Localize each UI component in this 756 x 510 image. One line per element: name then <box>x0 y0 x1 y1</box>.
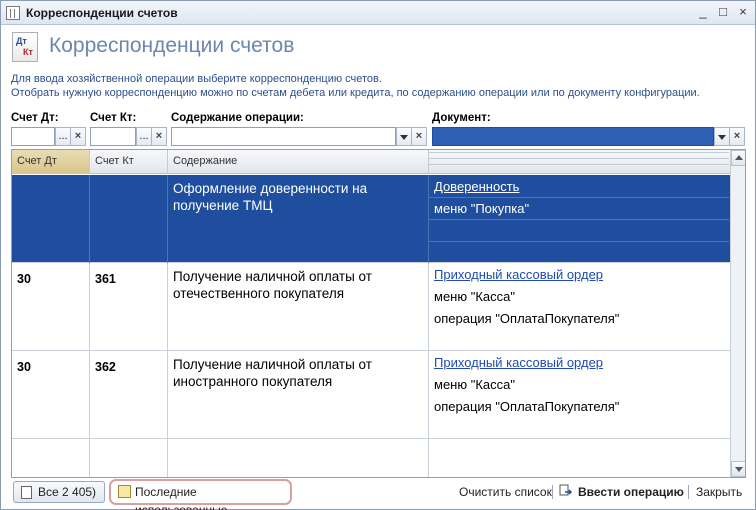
table-row[interactable]: Оформление доверенности на получение ТМЦ… <box>12 175 730 263</box>
debit-clear-button[interactable]: × <box>70 127 86 146</box>
document-filter-label: Документ: <box>432 112 491 124</box>
cell-content: Получение наличной оплаты от иностранног… <box>168 351 429 439</box>
page-title: Корреспонденции счетов <box>49 34 295 57</box>
document-menu-text: меню "Покупка" <box>434 201 530 216</box>
correspondence-window: Корреспонденции счетов _ □ × Дт Кт Корре… <box>0 0 756 510</box>
content-filter-label: Содержание операции: <box>171 112 304 124</box>
table-row[interactable]: 30 362 Получение наличной оплаты от инос… <box>12 351 730 439</box>
document-menu-text: меню "Касса" <box>434 289 515 304</box>
document-filter-input[interactable] <box>432 127 714 146</box>
correspondence-table: Счет Дт Счет Кт Содержание Оформление до… <box>11 149 746 478</box>
cell-document: Приходный кассовый ордер меню "Касса" оп… <box>429 263 730 351</box>
tab-recent-label: Последние использованные <box>135 485 228 510</box>
scroll-up-arrow[interactable] <box>731 150 745 166</box>
clear-list-button[interactable]: Очистить список <box>459 485 552 499</box>
cell-credit: 362 <box>90 351 168 439</box>
scroll-down-arrow[interactable] <box>731 461 745 477</box>
maximize-button[interactable]: □ <box>715 5 731 20</box>
list-icon <box>21 486 32 499</box>
cell-document: Доверенность меню "Покупка" <box>429 175 730 263</box>
bottom-bar: Все 2 405) Последние использованные Очис… <box>1 478 755 510</box>
cell-credit: 361 <box>90 263 168 351</box>
column-header-credit[interactable]: Счет Кт <box>90 150 168 174</box>
tab-recent[interactable]: Последние использованные <box>109 479 292 510</box>
vertical-scrollbar[interactable] <box>730 150 745 477</box>
credit-value: 361 <box>95 272 116 286</box>
icon-text-debit: Дт <box>16 36 27 46</box>
document-menu-text: меню "Касса" <box>434 377 515 392</box>
document-dropdown-button[interactable] <box>714 127 730 146</box>
debit-value: 30 <box>17 360 31 374</box>
tab-all[interactable]: Все 2 405) <box>13 481 106 503</box>
debit-credit-icon: Дт Кт <box>12 32 38 62</box>
hint-line-2: Отобрать нужную корреспонденцию можно по… <box>11 87 700 99</box>
content-filter-input[interactable] <box>171 127 396 146</box>
content-text: Оформление доверенности на получение ТМЦ <box>173 181 368 213</box>
cell-content: Оформление доверенности на получение ТМЦ <box>168 175 429 263</box>
minimize-button[interactable]: _ <box>695 5 711 20</box>
credit-filter-input[interactable] <box>90 127 136 146</box>
cell-debit: 30 <box>12 351 90 439</box>
debit-filter-input[interactable] <box>11 127 55 146</box>
document-clear-button[interactable]: × <box>729 127 745 146</box>
document-operation-text: операция "ОплатаПокупателя" <box>434 311 620 326</box>
cell-debit <box>12 175 90 263</box>
content-text: Получение наличной оплаты от иностранног… <box>173 357 372 389</box>
table-icon <box>6 6 20 20</box>
credit-filter-label: Счет Кт: <box>90 112 137 124</box>
document-link[interactable]: Доверенность <box>434 179 519 194</box>
document-link[interactable]: Приходный кассовый ордер <box>434 355 603 370</box>
enter-operation-icon <box>559 484 573 496</box>
document-operation-text: операция "ОплатаПокупателя" <box>434 399 620 414</box>
credit-value: 362 <box>95 360 116 374</box>
title-bar: Корреспонденции счетов _ □ × <box>1 1 755 25</box>
debit-value: 30 <box>17 272 31 286</box>
document-link[interactable]: Приходный кассовый ордер <box>434 267 603 282</box>
debit-select-button[interactable]: ... <box>55 127 71 146</box>
enter-operation-button[interactable]: Ввести операцию <box>578 485 684 499</box>
close-window-button[interactable]: × <box>735 5 751 20</box>
debit-filter-label: Счет Дт: <box>11 112 59 124</box>
credit-select-button[interactable]: ... <box>136 127 152 146</box>
window-title: Корреспонденции счетов <box>26 6 178 20</box>
content-clear-button[interactable]: × <box>411 127 427 146</box>
cell-content: Получение наличной оплаты от отечественн… <box>168 263 429 351</box>
tab-all-label: Все 2 405) <box>38 485 97 499</box>
hint-line-1: Для ввода хозяйственной операции выберит… <box>11 73 382 85</box>
table-row[interactable]: 30 361 Получение наличной оплаты от отеч… <box>12 263 730 351</box>
content-text: Получение наличной оплаты от отечественн… <box>173 269 372 301</box>
content-dropdown-button[interactable] <box>396 127 412 146</box>
column-header-content[interactable]: Содержание <box>168 150 429 174</box>
cell-document: Приходный кассовый ордер меню "Касса" оп… <box>429 351 730 439</box>
recent-icon <box>118 485 131 498</box>
credit-clear-button[interactable]: × <box>151 127 167 146</box>
icon-text-credit: Кт <box>23 47 33 57</box>
cell-credit <box>90 175 168 263</box>
table-header: Счет Дт Счет Кт Содержание <box>12 150 730 174</box>
close-button[interactable]: Закрыть <box>696 485 742 499</box>
column-header-document[interactable] <box>429 152 729 172</box>
column-header-debit[interactable]: Счет Дт <box>12 150 90 174</box>
cell-debit: 30 <box>12 263 90 351</box>
